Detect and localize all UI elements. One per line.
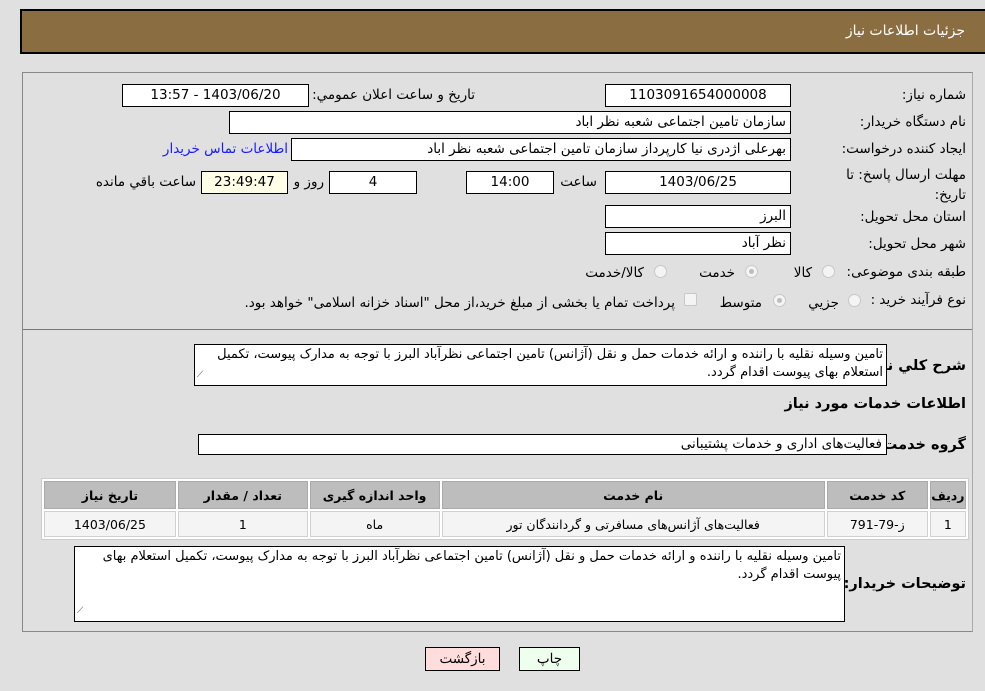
category-option-goods-service: کالا/خدمت (585, 265, 644, 281)
need-number-field[interactable]: 1103091654000008 (605, 84, 791, 107)
column-header-need-date: تاريخ نياز (44, 481, 176, 509)
category-radio-goods-service[interactable] (654, 265, 667, 278)
buyer-notes-text: تامین وسیله نقلیه با راننده و ارائه خدما… (102, 549, 841, 582)
cell-quantity: 1 (177, 511, 308, 537)
deadline-time-field[interactable]: 14:00 (466, 171, 554, 194)
column-header-quantity: تعداد / مقدار (177, 481, 308, 509)
column-header-service-code: کد خدمت (826, 481, 928, 509)
category-radio-service[interactable] (745, 265, 758, 278)
print-button[interactable]: چاپ (519, 647, 580, 671)
requester-field[interactable]: بهرعلی اژدری نیا کارپرداز سازمان تامین ا… (291, 138, 791, 161)
back-button[interactable]: بازگشت (425, 647, 500, 671)
days-label: روز و (293, 174, 324, 190)
divider (23, 329, 972, 330)
buyer-org-label: نام دستگاه خريدار: (859, 114, 966, 130)
general-description-text: تامین وسیله نقلیه با راننده و ارائه خدما… (217, 347, 883, 380)
delivery-province-label: استان محل تحويل: (860, 209, 966, 225)
page-title: جزئیات اطلاعات نیاز (845, 23, 965, 39)
deadline-date-field[interactable]: 1403/06/25 (605, 171, 791, 194)
resize-grip-icon[interactable]: ⟋ (77, 602, 83, 620)
remaining-days-field[interactable]: 4 (329, 171, 417, 194)
category-label: طبقه بندی موضوعی: (846, 264, 966, 280)
category-radio-goods[interactable] (822, 265, 835, 278)
service-group-field[interactable]: فعالیت‌های اداری و خدمات پشتیبانی (198, 434, 887, 455)
header-bar: جزئیات اطلاعات نیاز (20, 9, 985, 54)
announce-datetime-field[interactable]: 1403/06/20 - 13:57 (122, 84, 309, 107)
column-header-unit: واحد اندازه گيری (309, 481, 440, 509)
general-description-textarea[interactable]: تامین وسیله نقلیه با راننده و ارائه خدما… (194, 344, 887, 386)
remaining-time-field: 23:49:47 (201, 171, 288, 194)
requester-label: ايجاد کننده درخواست: (841, 141, 966, 157)
need-number-label: شماره نیاز: (901, 87, 966, 103)
table-header-row: رديف کد خدمت نام خدمت واحد اندازه گيری ت… (44, 481, 966, 509)
category-option-service: خدمت (699, 265, 735, 281)
purchase-type-option-medium: متوسط (719, 295, 762, 311)
resize-grip-icon[interactable]: ⟋ (197, 366, 203, 384)
purchase-type-option-minor: جزيي (808, 295, 839, 311)
category-option-goods: کالا (793, 265, 812, 281)
announce-datetime-label: تاریخ و ساعت اعلان عمومي: (312, 87, 475, 103)
deadline-time-label: ساعت (560, 174, 597, 190)
remaining-time-label: ساعت باقي مانده (95, 174, 196, 190)
delivery-city-field[interactable]: نظر آباد (605, 232, 791, 255)
services-table: رديف کد خدمت نام خدمت واحد اندازه گيری ت… (41, 478, 969, 540)
column-header-row-number: رديف (929, 481, 966, 509)
cell-need-date: 1403/06/25 (44, 511, 176, 537)
treasury-bonds-checkbox[interactable] (684, 293, 697, 306)
need-details-panel: شماره نیاز: 1103091654000008 تاریخ و ساع… (22, 72, 973, 632)
treasury-bonds-label: پرداخت تمام يا بخشی از مبلغ خريد،از محل … (244, 295, 675, 311)
column-header-service-name: نام خدمت (441, 481, 825, 509)
buyer-notes-label: توضيحات خريدار: (843, 576, 966, 592)
service-group-label: گروه خدمت: (876, 437, 966, 453)
delivery-city-label: شهر محل تحويل: (868, 236, 966, 252)
services-section-title: اطلاعات خدمات مورد نياز (784, 396, 966, 412)
table-row: 1 ز-79-791 فعالیت‌های آژانس‌های مسافرتی … (44, 511, 966, 537)
buyer-contact-link[interactable]: اطلاعات تماس خريدار (163, 141, 288, 157)
delivery-province-field[interactable]: البرز (605, 205, 791, 228)
cell-service-name: فعالیت‌های آژانس‌های مسافرتی و گردانندگا… (441, 511, 825, 537)
cell-row-number: 1 (929, 511, 966, 537)
buyer-notes-textarea[interactable]: تامین وسیله نقلیه با راننده و ارائه خدما… (74, 546, 845, 622)
purchase-type-radio-minor[interactable] (848, 294, 861, 307)
purchase-type-label: نوع فرآيند خريد : (870, 292, 966, 308)
cell-unit: ماه (309, 511, 440, 537)
deadline-label: مهلت ارسال پاسخ: تا تاريخ: (846, 167, 966, 203)
cell-service-code: ز-79-791 (826, 511, 928, 537)
buyer-org-field[interactable]: سازمان تامین اجتماعی شعبه نظر اباد (229, 111, 791, 134)
purchase-type-radio-medium[interactable] (773, 294, 786, 307)
